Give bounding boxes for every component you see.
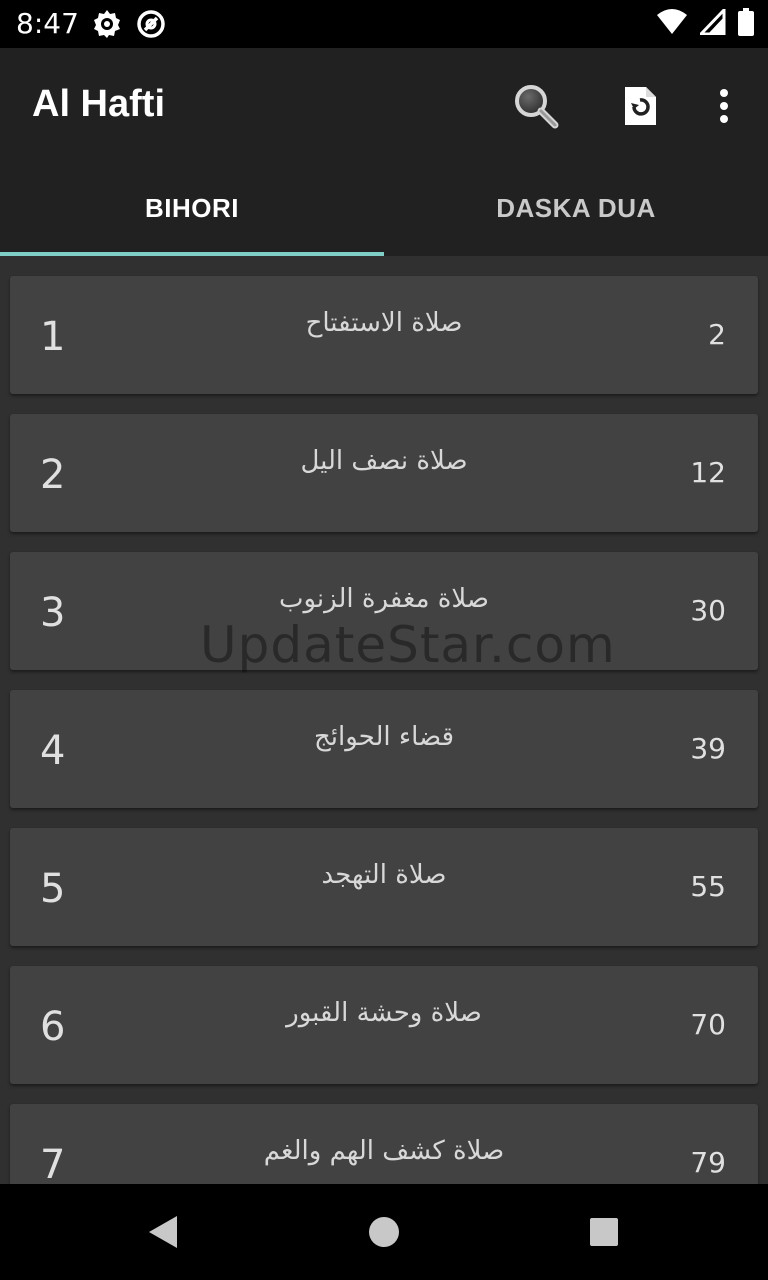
status-icons: [656, 6, 754, 40]
overflow-menu-icon[interactable]: [696, 78, 752, 134]
list-item[interactable]: 1 صلاة الاستفتاح 2: [10, 276, 758, 394]
item-title: صلاة وحشة القبور: [286, 998, 482, 1028]
wifi-icon: [656, 9, 688, 39]
item-index: 6: [40, 1004, 66, 1050]
app-bar: Al Hafti: [0, 48, 768, 160]
tab-bihori[interactable]: BIHORI: [0, 160, 384, 256]
list-item[interactable]: 4 قضاء الحوائج 39: [10, 690, 758, 808]
item-page-number: 79: [690, 1146, 726, 1179]
status-time: 8:47: [16, 7, 79, 40]
tab-daska-dua[interactable]: DASKA DUA: [384, 160, 768, 256]
item-page-number: 39: [690, 732, 726, 765]
home-icon[interactable]: [364, 1212, 404, 1252]
item-title: صلاة التهجد: [321, 860, 447, 890]
item-page-number: 30: [690, 594, 726, 627]
tab-label: BIHORI: [145, 192, 239, 223]
list-item[interactable]: 7 صلاة كشف الهم والغم 79: [10, 1104, 758, 1184]
item-title: صلاة نصف اليل: [300, 446, 468, 476]
item-title: صلاة كشف الهم والغم: [263, 1136, 505, 1166]
item-page-number: 70: [690, 1008, 726, 1041]
list-item[interactable]: 5 صلاة التهجد 55: [10, 828, 758, 946]
list-item[interactable]: 3 صلاة مغفرة الزنوب 30: [10, 552, 758, 670]
back-icon[interactable]: [142, 1212, 182, 1252]
item-index: 2: [40, 452, 66, 498]
tab-label: DASKA DUA: [496, 192, 656, 223]
item-index: 5: [40, 866, 66, 912]
system-nav-bar: [0, 1184, 768, 1280]
item-page-number: 12: [690, 456, 726, 489]
item-index: 4: [40, 728, 66, 774]
tab-bar: BIHORI DASKA DUA: [0, 160, 768, 256]
item-page-number: 55: [690, 870, 726, 903]
item-index: 3: [40, 590, 66, 636]
at-sign-notification-icon: [136, 8, 168, 40]
item-page-number: 2: [708, 318, 726, 351]
list-item[interactable]: 6 صلاة وحشة القبور 70: [10, 966, 758, 1084]
item-title: صلاة مغفرة الزنوب: [279, 584, 489, 614]
search-icon[interactable]: [508, 78, 564, 134]
app-screen: 8:47 Al Hafti BIHORI DASKA DUA 1 صلاة ال…: [0, 0, 768, 1280]
item-index: 1: [40, 314, 66, 360]
prayer-list: 1 صلاة الاستفتاح 2 2 صلاة نصف اليل 12 3 …: [0, 256, 768, 1184]
status-bar: 8:47: [0, 0, 768, 48]
app-title: Al Hafti: [32, 83, 165, 125]
cell-signal-icon: [697, 6, 726, 39]
refresh-document-icon[interactable]: [612, 78, 668, 134]
settings-gear-notification-icon: [92, 8, 124, 40]
recents-icon[interactable]: [584, 1212, 624, 1252]
item-index: 7: [40, 1142, 66, 1184]
list-item[interactable]: 2 صلاة نصف اليل 12: [10, 414, 758, 532]
item-title: قضاء الحوائج: [314, 722, 454, 752]
battery-icon: [738, 8, 754, 40]
item-title: صلاة الاستفتاح: [305, 308, 463, 338]
